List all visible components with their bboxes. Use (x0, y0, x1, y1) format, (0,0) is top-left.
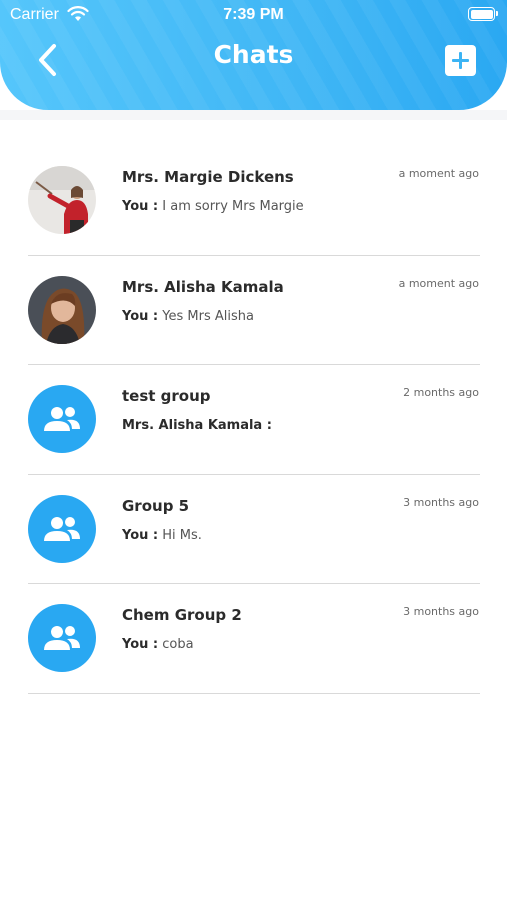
chat-preview: You : coba (122, 637, 194, 652)
chat-list-item[interactable]: Mrs. Margie Dickens a moment ago You : I… (28, 146, 480, 256)
chat-list: Mrs. Margie Dickens a moment ago You : I… (28, 146, 480, 694)
chat-name: Mrs. Margie Dickens (122, 168, 294, 186)
chat-timestamp: 3 months ago (403, 495, 479, 509)
chat-list-item[interactable]: Chem Group 2 3 months ago You : coba (28, 584, 480, 694)
chat-preview: Mrs. Alisha Kamala : (122, 418, 272, 433)
avatar (28, 604, 96, 672)
chat-list-item[interactable]: Mrs. Alisha Kamala a moment ago You : Ye… (28, 256, 480, 365)
avatar (28, 494, 96, 563)
preview-sender: You : (122, 199, 159, 214)
preview-sender: You : (122, 637, 159, 652)
new-chat-button[interactable] (445, 45, 476, 76)
page-title: Chats (213, 40, 294, 69)
preview-message: Hi Ms. (158, 527, 202, 543)
chat-list-item[interactable]: Group 5 3 months ago You : Hi Ms. (28, 475, 480, 584)
header-spacer (0, 110, 507, 120)
preview-message: I am sorry Mrs Margie (158, 199, 304, 214)
app-header: Carrier 7:39 PM Chats (0, 0, 507, 110)
chat-name: Chem Group 2 (122, 606, 242, 624)
status-bar: Carrier 7:39 PM (0, 0, 507, 30)
preview-sender: Mrs. Alisha Kamala : (122, 418, 272, 433)
chat-name: test group (122, 387, 211, 405)
chat-name: Group 5 (122, 496, 190, 515)
chat-preview: You : Yes Mrs Alisha (122, 309, 254, 324)
avatar (28, 166, 96, 234)
preview-sender: You : (122, 527, 159, 543)
preview-message: Yes Mrs Alisha (158, 308, 254, 324)
avatar (28, 385, 96, 453)
chat-preview: You : Hi Ms. (122, 528, 202, 543)
chat-name: Mrs. Alisha Kamala (122, 277, 284, 296)
status-time: 7:39 PM (223, 6, 284, 23)
avatar (28, 275, 96, 344)
woman-photo-icon (28, 275, 96, 344)
preview-sender: You : (122, 308, 159, 324)
chat-list-item[interactable]: test group 2 months ago Mrs. Alisha Kama… (28, 365, 480, 475)
chat-preview: You : I am sorry Mrs Margie (122, 199, 304, 214)
preview-message: coba (158, 637, 194, 652)
battery-icon (468, 7, 498, 21)
teacher-photo-icon (28, 166, 96, 234)
group-icon (44, 407, 80, 431)
chat-timestamp: a moment ago (398, 276, 479, 290)
chat-timestamp: 3 months ago (403, 605, 479, 618)
group-icon (44, 626, 80, 650)
group-icon (44, 516, 80, 541)
chat-timestamp: 2 months ago (403, 386, 479, 399)
chat-timestamp: a moment ago (398, 167, 479, 180)
